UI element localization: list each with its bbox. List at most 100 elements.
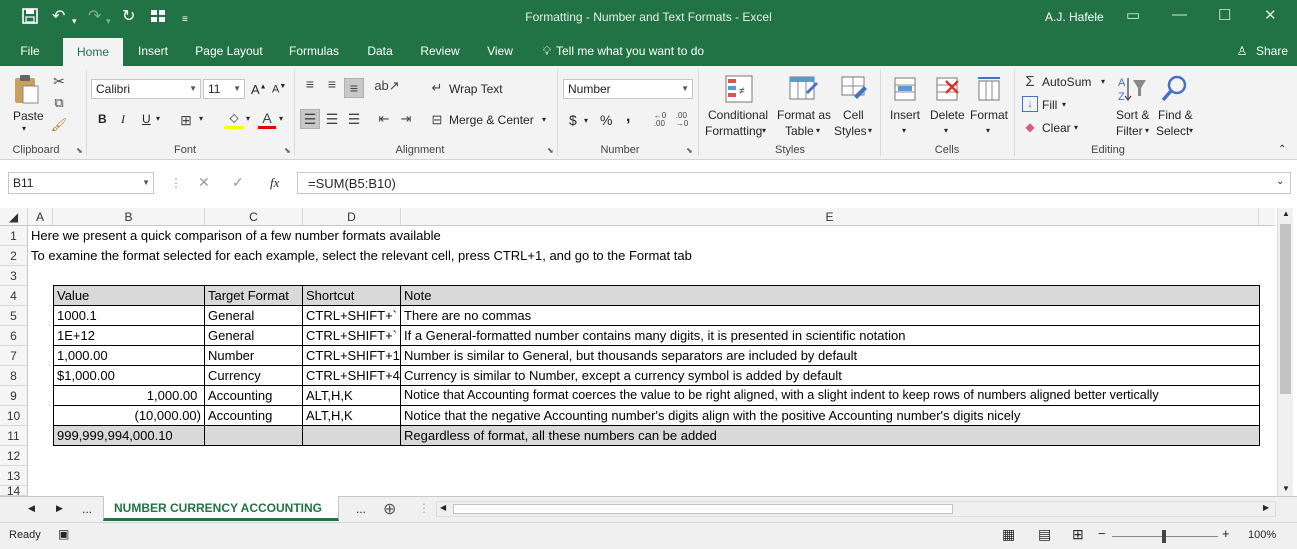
decrease-font-icon[interactable]: A▼ xyxy=(272,83,286,96)
clear-button[interactable]: Clear xyxy=(1042,121,1071,135)
table-cell-value[interactable]: $1,000.00 xyxy=(54,366,205,386)
italic-button[interactable]: I xyxy=(121,112,125,127)
share-button[interactable]: Share xyxy=(1252,36,1292,66)
bottom-align-icon[interactable]: ≡ xyxy=(344,78,364,98)
delete-cells-button[interactable]: Delete xyxy=(930,108,965,122)
paste-icon[interactable] xyxy=(10,72,42,106)
underline-button[interactable]: U xyxy=(142,112,151,126)
format-as-table-label-1[interactable]: Format as xyxy=(777,108,831,122)
insert-function-icon[interactable]: fx xyxy=(270,175,279,191)
vertical-scroll-thumb[interactable] xyxy=(1280,224,1291,394)
find-dropdown-icon[interactable]: ▾ xyxy=(1189,126,1193,135)
table-cell-note[interactable]: Notice that Accounting format coerces th… xyxy=(401,386,1260,406)
increase-indent-icon[interactable]: ⇥ xyxy=(396,109,416,129)
tab-page-layout[interactable]: Page Layout xyxy=(188,36,270,66)
minimize-icon[interactable]: — xyxy=(1172,6,1187,23)
table-cell-format[interactable]: Number xyxy=(205,346,303,366)
row-header[interactable]: 14 xyxy=(0,486,28,496)
table-cell-value[interactable]: 1,000.00 xyxy=(54,386,205,406)
insert-dropdown-icon[interactable]: ▾ xyxy=(902,126,906,135)
orientation-icon[interactable]: ab↗ xyxy=(374,76,400,96)
conditional-dropdown-icon[interactable]: ▾ xyxy=(762,126,766,135)
font-color-dropdown-icon[interactable]: ▾ xyxy=(279,114,283,123)
table-cell-format[interactable]: General xyxy=(205,306,303,326)
format-cells-button[interactable]: Format xyxy=(970,108,1008,122)
tell-me-search[interactable]: Tell me what you want to do xyxy=(556,36,716,66)
table-cell-note[interactable]: Notice that the negative Accounting numb… xyxy=(401,406,1260,426)
cell-styles-label-1[interactable]: Cell xyxy=(843,108,864,122)
copy-icon[interactable]: ⧉ xyxy=(50,94,68,112)
table-cell-note[interactable]: Number is similar to General, but thousa… xyxy=(401,346,1260,366)
bold-button[interactable]: B xyxy=(98,112,107,126)
ribbon-display-icon[interactable]: ▭ xyxy=(1126,6,1140,24)
currency-button[interactable]: $ xyxy=(569,112,577,128)
page-layout-view-icon[interactable]: ▤ xyxy=(1038,526,1051,543)
format-as-table-label-2[interactable]: Table xyxy=(785,124,814,138)
sort-dropdown-icon[interactable]: ▾ xyxy=(1145,126,1149,135)
find-select-icon[interactable] xyxy=(1158,72,1190,106)
zoom-level[interactable]: 100% xyxy=(1248,529,1276,541)
table-cell-format[interactable]: Accounting xyxy=(205,386,303,406)
table-header-value[interactable]: Value xyxy=(54,286,205,306)
tab-home[interactable]: Home xyxy=(63,38,123,66)
table-cell-shortcut[interactable]: ALT,H,K xyxy=(303,406,401,426)
row-header[interactable]: 3 xyxy=(0,266,28,286)
name-box[interactable]: B11 ▼ xyxy=(8,172,154,194)
conditional-formatting-label-1[interactable]: Conditional xyxy=(708,108,768,122)
font-launcher-icon[interactable]: ⬊ xyxy=(284,146,291,155)
table-cell-format[interactable] xyxy=(205,426,303,446)
clear-dropdown-icon[interactable]: ▾ xyxy=(1074,123,1078,132)
row-header[interactable]: 13 xyxy=(0,466,28,486)
format-painter-icon[interactable]: 🖌︎ xyxy=(50,116,68,134)
tab-data[interactable]: Data xyxy=(358,36,402,66)
sum-cell-b11[interactable]: 999,999,994,000.10 xyxy=(54,426,205,446)
currency-dropdown-icon[interactable]: ▾ xyxy=(584,116,588,125)
clipboard-launcher-icon[interactable]: ⬊ xyxy=(76,146,83,155)
sort-filter-label-2[interactable]: Filter xyxy=(1116,124,1143,138)
normal-view-icon[interactable]: ▦ xyxy=(1002,526,1015,543)
formula-input[interactable]: =SUM(B5:B10) ⌄ xyxy=(297,172,1291,194)
conditional-formatting-icon[interactable]: ≠ xyxy=(722,72,756,106)
table-cell-shortcut[interactable] xyxy=(303,426,401,446)
row-header[interactable]: 6 xyxy=(0,326,28,346)
table-header-shortcut[interactable]: Shortcut xyxy=(303,286,401,306)
fill-button[interactable]: Fill xyxy=(1042,98,1057,112)
increase-decimal-icon[interactable]: ←0.00 xyxy=(651,110,669,130)
prev-sheet-icon[interactable]: ◀ xyxy=(28,503,35,514)
tab-review[interactable]: Review xyxy=(412,36,468,66)
tab-splitter-icon[interactable]: ⋮ xyxy=(418,501,430,515)
table-cell-format[interactable]: Accounting xyxy=(205,406,303,426)
percent-button[interactable]: % xyxy=(600,112,612,128)
horizontal-scroll-thumb[interactable] xyxy=(453,504,953,514)
table-cell-note[interactable]: There are no commas xyxy=(401,306,1260,326)
sort-filter-icon[interactable]: AZ xyxy=(1116,72,1148,106)
table-header-target-format[interactable]: Target Format xyxy=(205,286,303,306)
row-header[interactable]: 10 xyxy=(0,406,28,426)
font-color-icon[interactable]: A xyxy=(258,109,276,129)
borders-dropdown-icon[interactable]: ▾ xyxy=(199,114,203,123)
tab-file[interactable]: File xyxy=(10,36,50,66)
share-person-icon[interactable]: ♙ xyxy=(1234,36,1250,66)
user-name[interactable]: A.J. Hafele xyxy=(1045,10,1104,24)
row-header[interactable]: 5 xyxy=(0,306,28,326)
sheet-tab-active[interactable]: NUMBER CURRENCY ACCOUNTING xyxy=(103,496,339,521)
collapse-ribbon-icon[interactable]: ⌃ xyxy=(1278,144,1286,155)
scroll-down-icon[interactable]: ▼ xyxy=(1282,484,1290,493)
underline-dropdown-icon[interactable]: ▾ xyxy=(156,114,160,123)
align-center-icon[interactable]: ☰ xyxy=(322,109,342,129)
close-icon[interactable]: ✕ xyxy=(1264,6,1277,24)
paste-button[interactable]: Paste xyxy=(13,109,44,123)
row-header[interactable]: 7 xyxy=(0,346,28,366)
resize-dots-icon[interactable]: ⋮ xyxy=(170,176,182,190)
wrap-text-button[interactable]: Wrap Text xyxy=(449,82,503,96)
row-header[interactable]: 12 xyxy=(0,446,28,466)
middle-align-icon[interactable]: ≡ xyxy=(322,74,342,94)
zoom-out-icon[interactable]: − xyxy=(1098,526,1106,541)
column-header-f[interactable] xyxy=(1259,208,1275,226)
row-header[interactable]: 4 xyxy=(0,286,28,306)
font-size-combo[interactable]: 11 ▼ xyxy=(203,79,245,99)
delete-cells-icon[interactable] xyxy=(932,72,962,106)
scroll-left-icon[interactable]: ◀ xyxy=(440,503,446,512)
table-cell-note[interactable]: Currency is similar to Number, except a … xyxy=(401,366,1260,386)
intro-line-1[interactable]: Here we present a quick comparison of a … xyxy=(28,226,441,246)
